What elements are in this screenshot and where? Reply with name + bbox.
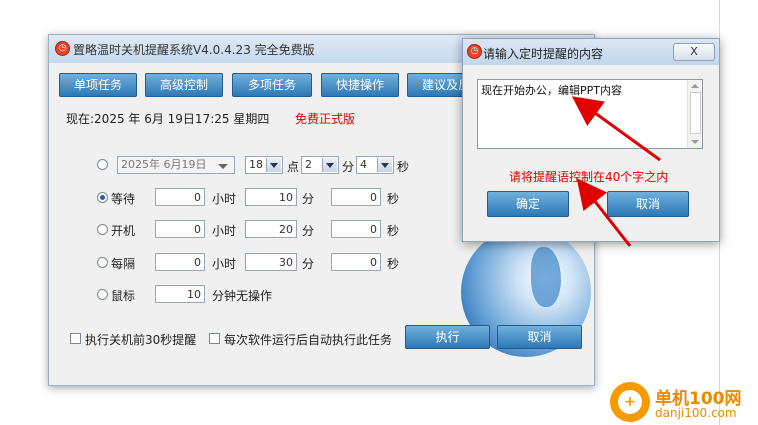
arrow-to-hint xyxy=(576,178,632,247)
arrow-to-textarea xyxy=(571,96,661,162)
watermark-logo: + xyxy=(610,382,650,422)
annotation-arrows xyxy=(571,96,661,247)
plus-icon: + xyxy=(618,390,642,414)
watermark-url: danji100.com xyxy=(655,406,737,420)
